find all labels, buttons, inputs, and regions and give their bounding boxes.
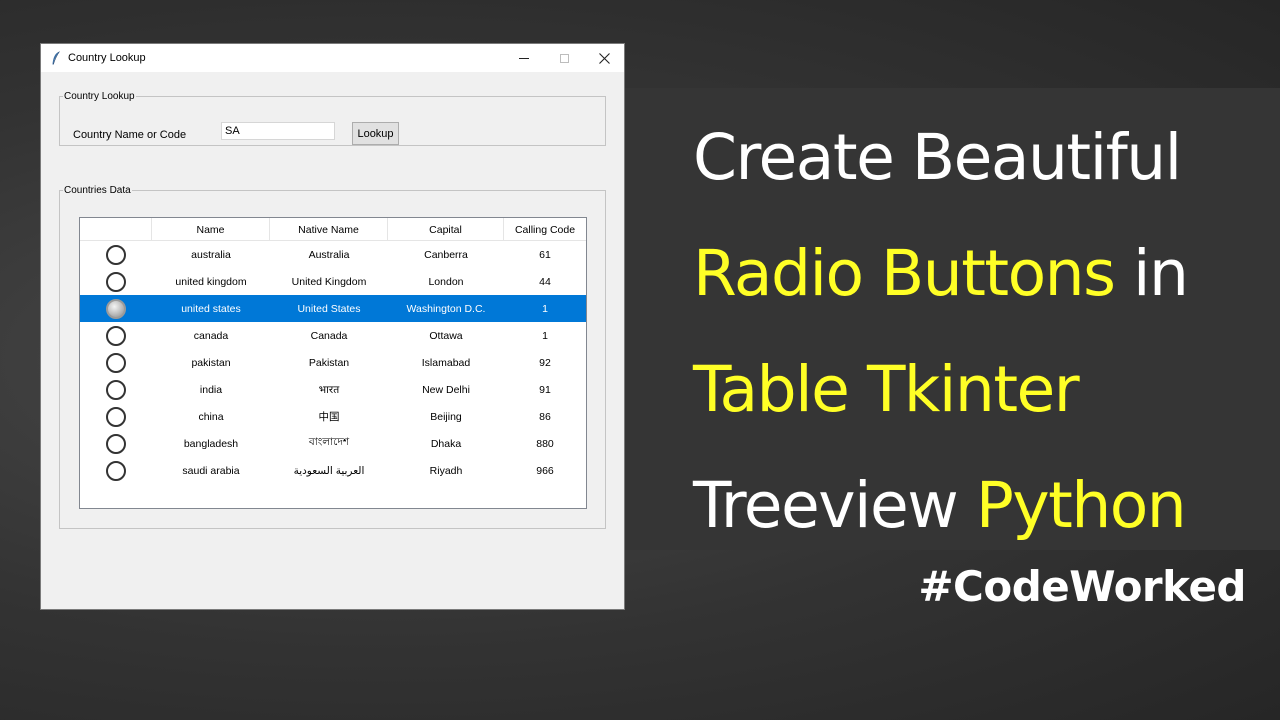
cell-native-name: 中国 [318, 411, 340, 423]
headline-line-3: Table Tkinter [693, 353, 1080, 426]
radio-unchecked-icon[interactable] [106, 433, 126, 454]
table-row[interactable]: canada Canada Ottawa 1 [80, 322, 586, 349]
cell-native-name: বাংলাদেশ [308, 436, 350, 448]
cell-capital: Washington D.C. [406, 302, 486, 315]
hashtag: #CodeWorked [918, 562, 1246, 611]
cell-capital: Dhaka [430, 437, 462, 450]
cell-calling-code: 966 [536, 464, 554, 477]
cell-name: united kingdom [175, 275, 247, 288]
cell-name: india [199, 383, 223, 396]
country-input[interactable] [221, 122, 335, 140]
cell-name: australia [191, 248, 231, 261]
cell-calling-code: 1 [542, 329, 548, 342]
cell-calling-code: 91 [539, 383, 551, 396]
maximize-icon [559, 53, 569, 63]
header-calling-code[interactable]: Calling Code [504, 218, 586, 241]
lookup-group: Country Lookup Country Name or Code Look… [59, 91, 606, 146]
radio-unchecked-icon[interactable] [106, 271, 126, 292]
headline-line-2: Radio Buttons in [693, 216, 1273, 332]
lookup-button[interactable]: Lookup [352, 122, 399, 145]
cell-calling-code: 44 [539, 275, 551, 288]
cell-native-name: Australia [308, 248, 350, 261]
row-radio-cell[interactable] [80, 322, 152, 349]
cell-native-name: United Kingdom [291, 275, 367, 288]
cell-capital: Islamabad [421, 356, 471, 369]
cell-capital: Riyadh [429, 464, 463, 477]
tk-feather-icon [52, 51, 60, 65]
close-icon [598, 52, 610, 64]
countries-treeview[interactable]: Name Native Name Capital Calling Code au… [79, 217, 587, 509]
header-name[interactable]: Name [152, 218, 270, 241]
cell-native-name: Pakistan [308, 356, 350, 369]
row-radio-cell[interactable] [80, 241, 152, 268]
header-native-name[interactable]: Native Name [270, 218, 388, 241]
app-window: Country Lookup Country Lookup Country Na… [40, 43, 625, 610]
headline-in: in [1114, 237, 1189, 310]
table-row[interactable]: saudi arabia العربية السعودية Riyadh 966 [80, 457, 586, 484]
headline-line-4: Treeview Python [693, 448, 1273, 564]
table-row[interactable]: china 中国 Beijing 86 [80, 403, 586, 430]
headline-radio-buttons: Radio Buttons [693, 237, 1116, 310]
cell-capital: Canberra [424, 248, 468, 261]
maximize-button[interactable] [544, 44, 584, 72]
row-radio-cell[interactable] [80, 376, 152, 403]
row-radio-cell[interactable] [80, 430, 152, 457]
lookup-group-label: Country Lookup [64, 91, 135, 102]
table-row[interactable]: united states United States Washington D.C… [80, 295, 586, 322]
radio-unchecked-icon[interactable] [106, 325, 126, 346]
headline-python: Python [975, 469, 1187, 542]
cell-capital: Ottawa [429, 329, 463, 342]
radio-unchecked-icon[interactable] [106, 406, 126, 427]
cell-calling-code: 92 [539, 356, 551, 369]
cell-name: china [198, 410, 224, 423]
table-row[interactable]: bangladesh বাংলাদেশ Dhaka 880 [80, 430, 586, 457]
cell-name: pakistan [191, 356, 231, 369]
table-row[interactable]: australia Australia Canberra 61 [80, 241, 586, 268]
cell-calling-code: 880 [536, 437, 554, 450]
cell-native-name: भारत [318, 383, 340, 396]
row-radio-cell[interactable] [80, 349, 152, 376]
cell-calling-code: 61 [539, 248, 551, 261]
row-radio-cell[interactable] [80, 403, 152, 430]
radio-unchecked-icon[interactable] [106, 379, 126, 400]
cell-native-name: Canada [310, 329, 348, 342]
cell-capital: New Delhi [422, 383, 470, 396]
window-title: Country Lookup [68, 52, 146, 64]
minimize-button[interactable] [504, 44, 544, 72]
radio-unchecked-icon[interactable] [106, 244, 126, 265]
cell-name: united states [181, 302, 241, 315]
cell-capital: London [428, 275, 464, 288]
tree-header: Name Native Name Capital Calling Code [80, 218, 586, 241]
cell-native-name: United States [297, 302, 361, 315]
country-field-label: Country Name or Code [73, 129, 187, 141]
header-capital[interactable]: Capital [388, 218, 504, 241]
window-controls [504, 44, 624, 72]
radio-checked-icon[interactable] [106, 298, 126, 319]
cell-native-name: العربية السعودية [293, 464, 365, 477]
table-row[interactable]: pakistan Pakistan Islamabad 92 [80, 349, 586, 376]
radio-unchecked-icon[interactable] [106, 460, 126, 481]
cell-name: saudi arabia [182, 464, 240, 477]
cell-name: bangladesh [183, 437, 239, 450]
header-select[interactable] [80, 218, 152, 241]
headline-line-1: Create Beautiful [693, 121, 1182, 194]
table-row[interactable]: united kingdom United Kingdom London 44 [80, 268, 586, 295]
cell-calling-code: 86 [539, 410, 551, 423]
headline-treeview: Treeview [693, 469, 976, 542]
cell-name: canada [193, 329, 229, 342]
radio-unchecked-icon[interactable] [106, 352, 126, 373]
tree-body: australia Australia Canberra 61 united kingd… [80, 241, 586, 484]
row-radio-cell[interactable] [80, 268, 152, 295]
table-row[interactable]: india भारत New Delhi 91 [80, 376, 586, 403]
minimize-icon [519, 57, 529, 59]
title-bar[interactable]: Country Lookup [41, 44, 624, 72]
countries-data-label: Countries Data [64, 185, 131, 196]
cell-capital: Beijing [430, 410, 462, 423]
close-button[interactable] [584, 44, 624, 72]
row-radio-cell[interactable] [80, 295, 152, 322]
cell-calling-code: 1 [542, 302, 548, 315]
headline: Create Beautiful Radio Buttons in Table … [693, 100, 1273, 564]
row-radio-cell[interactable] [80, 457, 152, 484]
